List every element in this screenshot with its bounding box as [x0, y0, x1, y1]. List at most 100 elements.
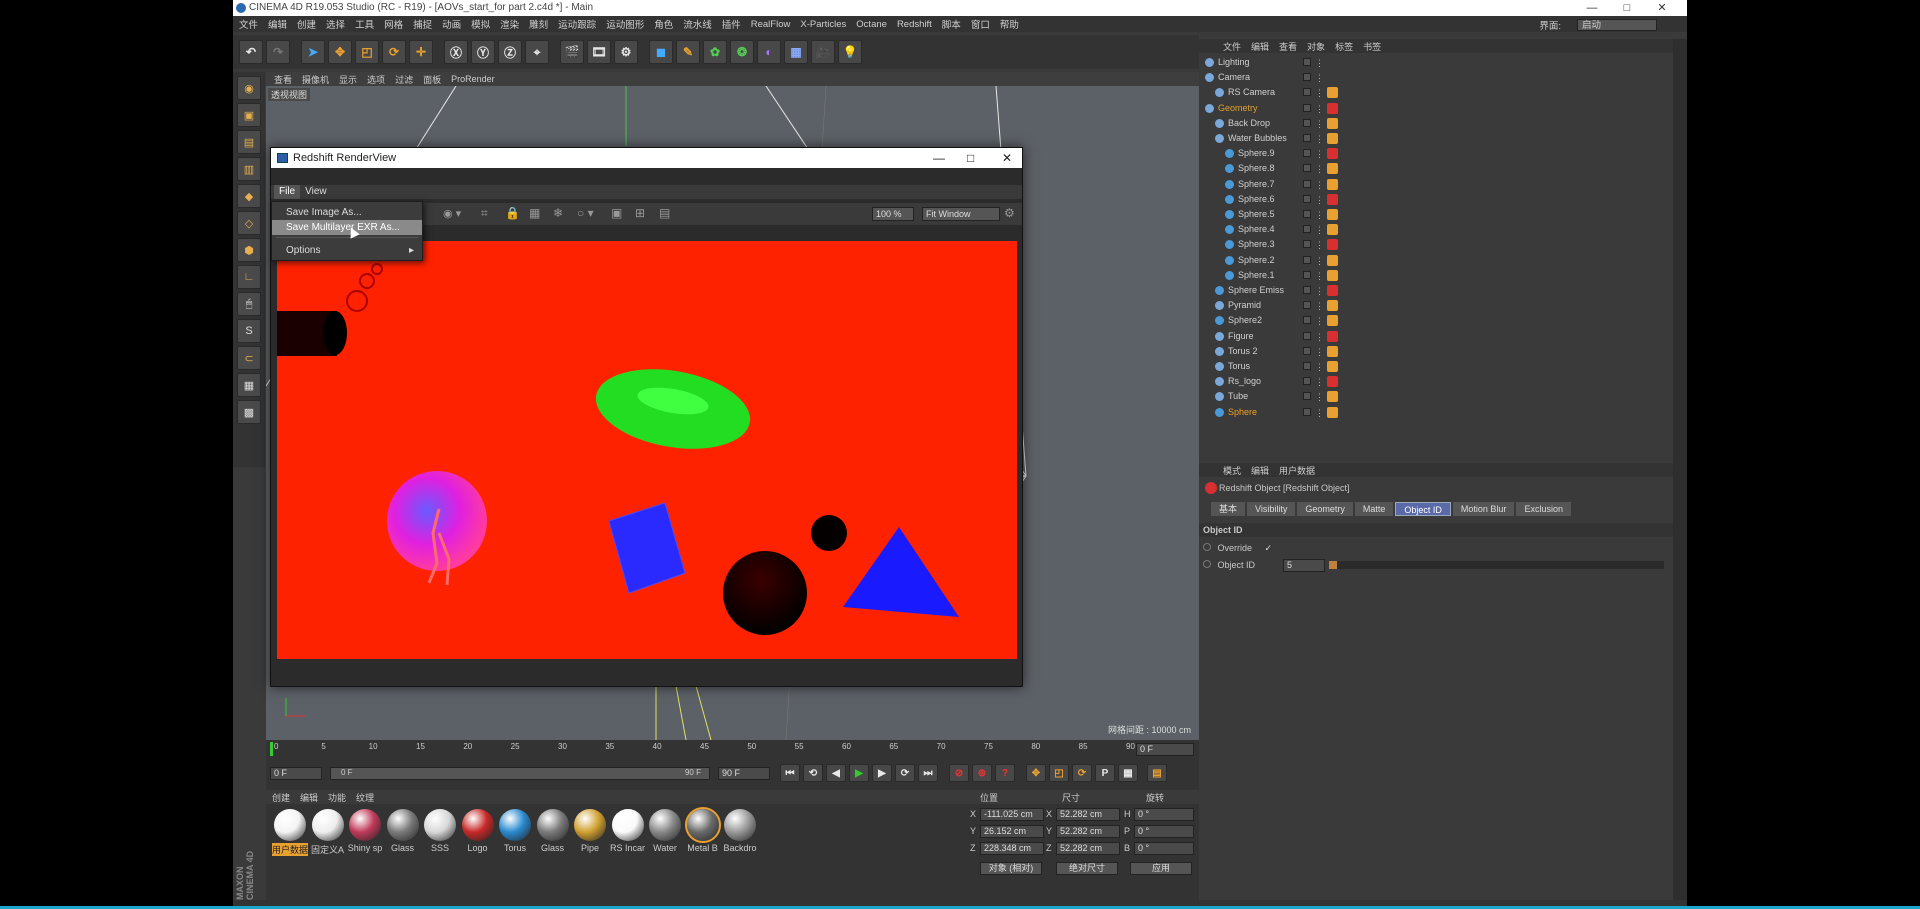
enabled-check-icon[interactable]: ⋮	[1315, 284, 1324, 299]
compare-icon[interactable]: ▤	[659, 206, 670, 220]
layout-select[interactable]: 启动	[1577, 19, 1657, 31]
attr-menu-item-0[interactable]: 模式	[1223, 464, 1241, 477]
visibility-toggle[interactable]	[1303, 346, 1311, 355]
size-field[interactable]: 52.282 cm	[1056, 825, 1120, 838]
size-mode-select[interactable]: 绝对尺寸	[1056, 862, 1118, 875]
object-tag-icon[interactable]	[1327, 406, 1338, 418]
points-mode-icon[interactable]: ◆	[237, 184, 261, 208]
axis-mode-icon[interactable]: ∟	[237, 265, 261, 289]
snapshot-icon[interactable]: ▣	[611, 206, 622, 220]
object-tag-icon[interactable]	[1327, 300, 1338, 312]
key-position-icon[interactable]: ✥	[1026, 764, 1046, 782]
object-name[interactable]: Sphere.1	[1238, 268, 1275, 283]
enabled-check-icon[interactable]: ⋮	[1315, 132, 1324, 147]
timeline-window-icon[interactable]: ▤	[1147, 764, 1167, 782]
viewport-menu-item-4[interactable]: 过滤	[395, 73, 413, 86]
playhead[interactable]	[270, 742, 273, 756]
renderview-maximize-button[interactable]: □	[967, 148, 974, 168]
object-row[interactable]: Torus 2 ⋮	[1199, 344, 1673, 359]
object-row[interactable]: Sphere.9 ⋮	[1199, 146, 1673, 161]
material-swatch[interactable]: 用户数据	[272, 809, 308, 856]
object-name[interactable]: Back Drop	[1228, 116, 1270, 131]
object-row[interactable]: Sphere Emiss ⋮	[1199, 283, 1673, 298]
material-swatch[interactable]: Glass	[535, 809, 571, 855]
visibility-toggle[interactable]	[1303, 88, 1311, 97]
object-tag-icon[interactable]	[1327, 361, 1338, 372]
visibility-toggle[interactable]	[1303, 407, 1311, 416]
render-settings-icon[interactable]: ⚙	[614, 40, 638, 64]
visibility-toggle[interactable]	[1303, 377, 1311, 386]
visibility-toggle[interactable]	[1303, 255, 1311, 264]
visibility-toggle[interactable]	[1303, 103, 1311, 112]
enabled-check-icon[interactable]: ⋮	[1315, 238, 1324, 253]
key-scale-icon[interactable]: ◰	[1049, 764, 1069, 782]
objectid-field[interactable]: 5	[1283, 559, 1325, 572]
visibility-toggle[interactable]	[1303, 225, 1311, 234]
object-row[interactable]: Torus ⋮	[1199, 359, 1673, 374]
object-tag-icon[interactable]	[1327, 163, 1338, 175]
coordinate-system-icon[interactable]: ⌖	[525, 40, 549, 64]
menu-item-20[interactable]: 脚本	[942, 17, 961, 31]
range-slider[interactable]: 0 F 90 F	[330, 767, 710, 780]
attr-tab-1[interactable]: Visibility	[1247, 502, 1296, 516]
enabled-check-icon[interactable]: ⋮	[1315, 314, 1324, 329]
workplane-icon[interactable]: ▥	[237, 157, 261, 181]
options-item[interactable]: Options ▸	[272, 243, 422, 258]
object-menu-item-1[interactable]: 编辑	[1251, 40, 1269, 53]
material-swatch[interactable]: Pipe	[572, 809, 608, 855]
attr-menu-item-1[interactable]: 编辑	[1251, 464, 1269, 477]
object-row[interactable]: Sphere.8 ⋮	[1199, 161, 1673, 176]
go-to-start-icon[interactable]: ⏮	[780, 764, 800, 782]
menu-item-14[interactable]: 流水线	[683, 17, 712, 31]
object-row[interactable]: Camera ⋮	[1199, 70, 1673, 85]
enabled-check-icon[interactable]: ⋮	[1315, 223, 1324, 238]
object-row[interactable]: Sphere.3 ⋮	[1199, 237, 1673, 252]
object-tag-icon[interactable]	[1327, 133, 1338, 144]
object-name[interactable]: Rs_logo	[1228, 374, 1261, 389]
visibility-toggle[interactable]	[1303, 134, 1311, 142]
redo-icon[interactable]: ↷	[266, 40, 290, 64]
enabled-check-icon[interactable]: ⋮	[1315, 86, 1324, 101]
crop-icon[interactable]: ⌗	[481, 206, 488, 221]
render-picture-viewer-icon[interactable]: 🎞	[587, 40, 611, 64]
coord-mode-select[interactable]: 对象 (相对)	[980, 862, 1042, 875]
visibility-toggle[interactable]	[1303, 316, 1311, 325]
object-row[interactable]: Rs_logo ⋮	[1199, 374, 1673, 389]
current-frame-field[interactable]: 0 F	[1136, 743, 1194, 756]
renderview-minimize-button[interactable]: —	[933, 148, 945, 168]
object-name[interactable]: Water Bubbles	[1228, 131, 1287, 146]
objectid-slider[interactable]	[1329, 561, 1664, 569]
rotation-field[interactable]: 0 °	[1134, 825, 1194, 838]
menu-item-13[interactable]: 角色	[654, 17, 673, 31]
menu-item-0[interactable]: 文件	[239, 17, 258, 31]
viewport-menu-item-3[interactable]: 选项	[367, 73, 385, 86]
object-menu-item-3[interactable]: 对象	[1307, 40, 1325, 53]
viewport-menu-item-2[interactable]: 显示	[339, 73, 357, 86]
timeline-ruler[interactable]: 0 5 10 15 20 25 30 35 40 45 50 55 60 65 70 75 80 85 90 0 F	[266, 740, 1199, 758]
prev-key-icon[interactable]: ⟲	[803, 764, 823, 782]
enabled-check-icon[interactable]: ⋮	[1315, 208, 1324, 223]
menu-item-1[interactable]: 编辑	[268, 17, 287, 31]
object-tag-icon[interactable]	[1327, 391, 1338, 403]
prev-frame-icon[interactable]: ◀	[826, 764, 846, 782]
renderview-settings-icon[interactable]: ⚙	[1004, 206, 1015, 220]
quantize-icon[interactable]: ▦	[237, 373, 261, 397]
zoom-field[interactable]: 100 %	[872, 207, 914, 221]
object-tag-icon[interactable]	[1327, 224, 1338, 236]
menu-item-11[interactable]: 运动跟踪	[558, 17, 596, 31]
position-field[interactable]: 26.152 cm	[980, 825, 1044, 838]
menu-item-12[interactable]: 运动图形	[606, 17, 644, 31]
object-menu-item-5[interactable]: 书签	[1363, 40, 1381, 53]
object-tag-icon[interactable]	[1327, 102, 1338, 114]
magnet-icon[interactable]: ⊂	[237, 346, 261, 370]
material-swatch[interactable]: Water	[647, 809, 683, 855]
menu-item-22[interactable]: 帮助	[1000, 17, 1019, 31]
keyframe-selection-icon[interactable]: ?	[995, 764, 1015, 782]
y-axis-icon[interactable]: Ⓨ	[471, 40, 495, 64]
light-icon[interactable]: 💡	[838, 40, 862, 64]
object-row[interactable]: Sphere.5 ⋮	[1199, 207, 1673, 222]
enabled-check-icon[interactable]: ⋮	[1315, 178, 1324, 193]
floor-icon[interactable]: ▦	[784, 40, 808, 64]
visibility-toggle[interactable]	[1303, 286, 1311, 294]
object-name[interactable]: Torus	[1228, 359, 1250, 374]
